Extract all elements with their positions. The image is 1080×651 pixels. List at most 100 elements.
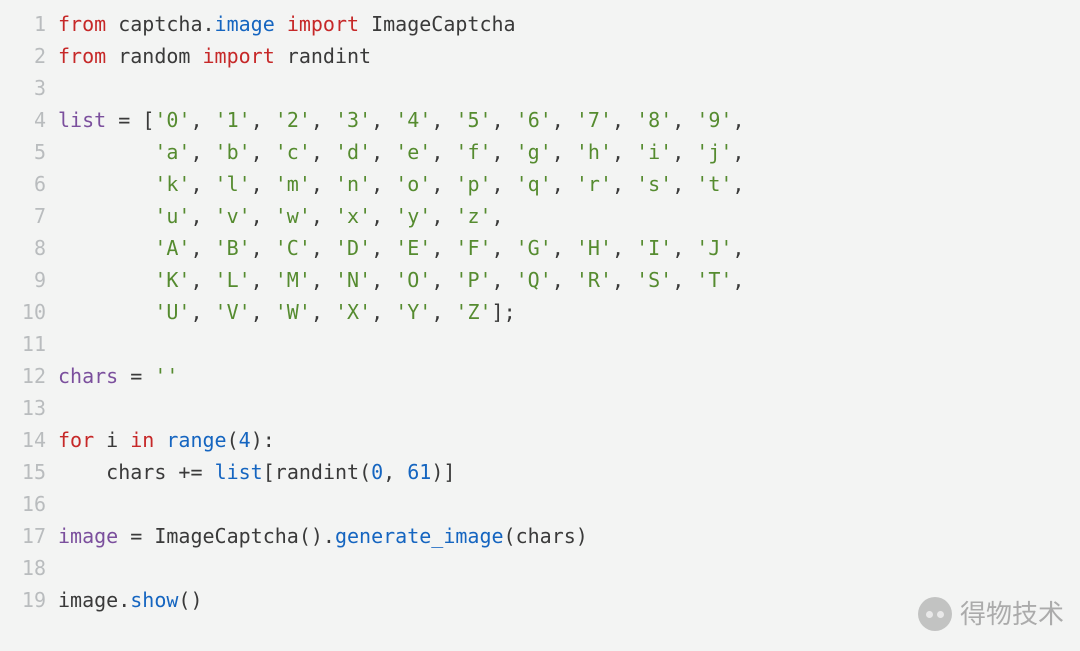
token: '7' [576,108,612,132]
code-line: 7 'u', 'v', 'w', 'x', 'y', 'z', [0,200,1080,232]
token: ImageCaptcha [359,12,516,36]
token: import [287,12,359,36]
token: () [178,588,202,612]
token: '' [154,364,178,388]
code-line: 5 'a', 'b', 'c', 'd', 'e', 'f', 'g', 'h'… [0,136,1080,168]
token: 's' [636,172,672,196]
token: '1' [215,108,251,132]
token: [ [142,108,154,132]
token: , [371,140,395,164]
token: 'R' [576,268,612,292]
token: 'b' [215,140,251,164]
watermark-text: 得物技术 [960,598,1064,630]
code-line: 18 [0,552,1080,584]
token [118,364,130,388]
line-number: 15 [0,456,58,488]
token: , [672,236,696,260]
token [275,12,287,36]
token: 'W' [275,300,311,324]
token: , [732,108,744,132]
token: 'u' [154,204,190,228]
token: from [58,44,106,68]
token: 0 [371,460,383,484]
code-line: 3 [0,72,1080,104]
token: , [190,108,214,132]
token: 'T' [696,268,732,292]
token: 'y' [395,204,431,228]
token: , [492,140,516,164]
token: 'B' [215,236,251,260]
token: , [492,108,516,132]
line-number: 12 [0,360,58,392]
token: (chars) [504,524,588,548]
token: , [371,172,395,196]
token: 'f' [455,140,491,164]
token [106,108,118,132]
line-number: 14 [0,424,58,456]
token: show [130,588,178,612]
token: , [190,268,214,292]
token: , [431,204,455,228]
token: 'N' [335,268,371,292]
token [154,428,166,452]
token: , [612,140,636,164]
token: , [431,140,455,164]
line-number: 9 [0,264,58,296]
line-content: image = ImageCaptcha().generate_image(ch… [58,520,588,552]
code-line: 10 'U', 'V', 'W', 'X', 'Y', 'Z']; [0,296,1080,328]
token: 'k' [154,172,190,196]
token: 'G' [516,236,552,260]
token: , [492,204,504,228]
token: , [311,204,335,228]
token: 'V' [215,300,251,324]
token: '9' [696,108,732,132]
code-block: 1from captcha.image import ImageCaptcha2… [0,0,1080,624]
code-line: 12chars = '' [0,360,1080,392]
line-number: 10 [0,296,58,328]
token: 'z' [455,204,491,228]
token [58,268,154,292]
token: , [190,204,214,228]
token: image [58,524,118,548]
token: 'h' [576,140,612,164]
token: captcha. [106,12,214,36]
token: , [612,172,636,196]
token [58,236,154,260]
line-number: 13 [0,392,58,424]
line-content: chars += list[randint(0, 61)] [58,456,455,488]
token: 'i' [636,140,672,164]
token: generate_image [335,524,504,548]
line-content: image.show() [58,584,203,616]
token: , [251,236,275,260]
token: 'x' [335,204,371,228]
token: 'r' [576,172,612,196]
token: ImageCaptcha(). [142,524,335,548]
line-number: 8 [0,232,58,264]
token: 'I' [636,236,672,260]
token: image. [58,588,130,612]
token [203,460,215,484]
token: ): [251,428,275,452]
token [58,172,154,196]
token: , [672,140,696,164]
line-number: 18 [0,552,58,584]
line-number: 6 [0,168,58,200]
line-number: 16 [0,488,58,520]
token: , [190,300,214,324]
token: [randint( [263,460,371,484]
token: 61 [407,460,431,484]
line-number: 3 [0,72,58,104]
token: , [732,172,744,196]
token: 'v' [215,204,251,228]
code-line: 6 'k', 'l', 'm', 'n', 'o', 'p', 'q', 'r'… [0,168,1080,200]
token: import [203,44,275,68]
token: '6' [516,108,552,132]
line-content: 'u', 'v', 'w', 'x', 'y', 'z', [58,200,504,232]
token: , [311,268,335,292]
token: chars [58,460,178,484]
token: 'F' [455,236,491,260]
token: , [431,236,455,260]
line-content: 'K', 'L', 'M', 'N', 'O', 'P', 'Q', 'R', … [58,264,744,296]
line-content: list = ['0', '1', '2', '3', '4', '5', '6… [58,104,745,136]
token: 'A' [154,236,190,260]
